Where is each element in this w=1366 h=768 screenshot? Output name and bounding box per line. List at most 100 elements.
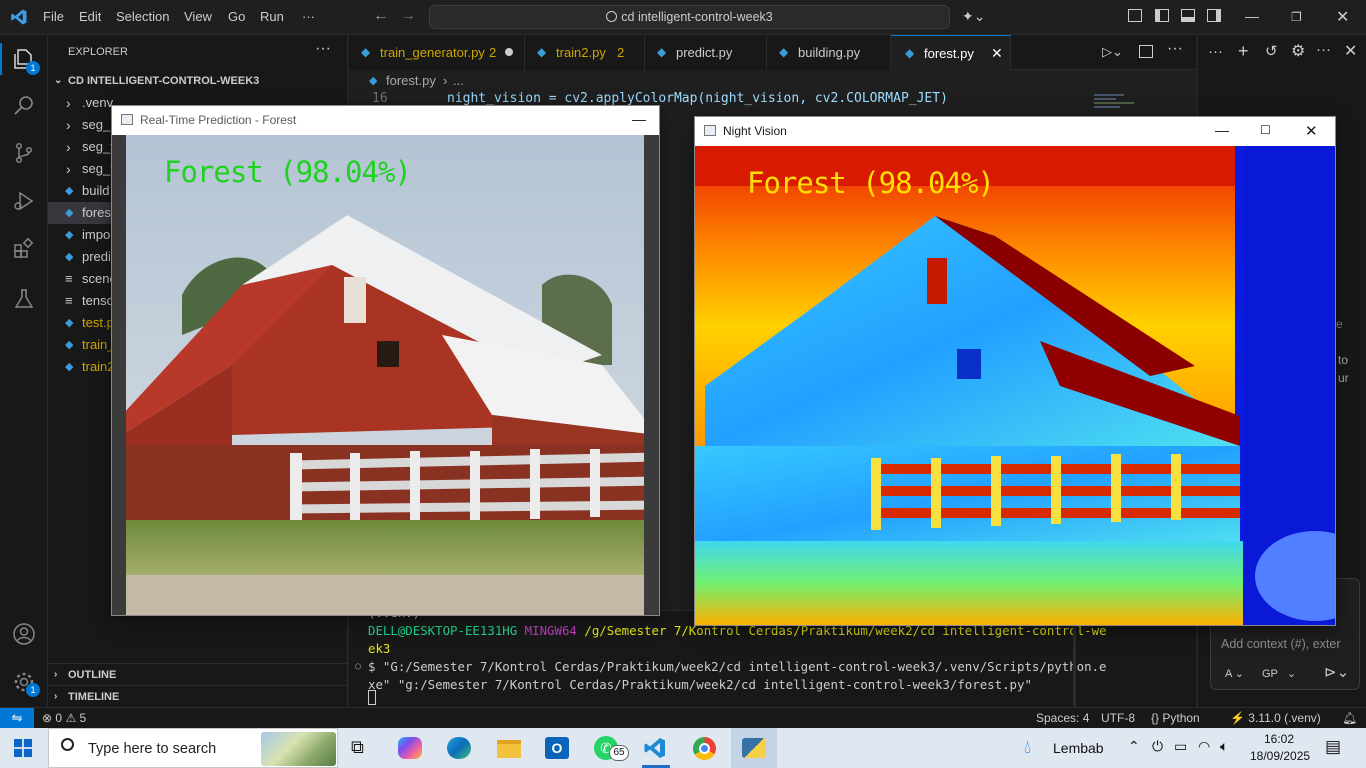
- sidebar-toggle-icon[interactable]: [1155, 9, 1169, 22]
- menu-more[interactable]: ···: [302, 9, 315, 24]
- title-bar: File Edit Selection View Go Run ··· ← → …: [0, 0, 1366, 35]
- taskbar-search-box[interactable]: Type here to search: [48, 728, 338, 768]
- volume-icon[interactable]: 🔈︎: [1220, 738, 1228, 755]
- tab-predict[interactable]: ◆ predict.py: [645, 35, 767, 70]
- problems-indicator[interactable]: ⊗ 0 ⚠ 5: [42, 708, 86, 728]
- prediction-window-titlebar[interactable]: Real-Time Prediction - Forest —: [112, 106, 659, 135]
- menu-view[interactable]: View: [184, 9, 212, 24]
- weather-label[interactable]: Lembab: [1053, 740, 1104, 756]
- chevron-right-icon: ›: [66, 117, 71, 133]
- agent-mode-dropdown[interactable]: A ⌄: [1225, 667, 1244, 680]
- restore-icon[interactable]: ❐: [1291, 10, 1302, 24]
- unsaved-dot-icon[interactable]: [505, 48, 513, 56]
- close-icon[interactable]: ✕: [1336, 7, 1349, 27]
- tab-label: train_generator.py: [380, 45, 485, 60]
- night-vision-camera-frame: Forest (98.04%): [695, 146, 1335, 625]
- menu-selection[interactable]: Selection: [116, 9, 169, 24]
- menu-edit[interactable]: Edit: [79, 9, 101, 24]
- new-chat-icon[interactable]: +: [1238, 41, 1249, 62]
- tray-app-icon[interactable]: ⏻: [1152, 738, 1163, 755]
- prediction-window[interactable]: Real-Time Prediction - Forest — Forest (…: [111, 105, 660, 616]
- tab-label: building.py: [798, 45, 861, 60]
- menu-go[interactable]: Go: [228, 9, 245, 24]
- tab-close-icon[interactable]: ✕: [991, 36, 1003, 71]
- edge-browser-icon[interactable]: [447, 737, 471, 759]
- language-status[interactable]: {} Python: [1151, 708, 1200, 728]
- chat-overflow-icon[interactable]: ···: [1316, 41, 1331, 58]
- clock-time[interactable]: 16:02: [1264, 732, 1294, 746]
- indentation-status[interactable]: Spaces: 4: [1036, 708, 1089, 728]
- maximize-icon[interactable]: ☐: [1260, 123, 1271, 137]
- battery-icon[interactable]: ▭: [1174, 738, 1187, 755]
- layout-toggle-icon[interactable]: [1128, 9, 1142, 22]
- minimize-icon[interactable]: —: [1215, 122, 1229, 138]
- workspace-folder-name: CD INTELLIGENT-CONTROL-WEEK3: [68, 75, 260, 87]
- testing-flask-icon[interactable]: [12, 287, 36, 311]
- notification-center-icon[interactable]: ▤: [1325, 737, 1341, 757]
- minimize-icon[interactable]: —: [1245, 8, 1259, 24]
- command-center[interactable]: cd intelligent-control-week3: [429, 5, 950, 29]
- task-view-icon[interactable]: ⧉: [351, 737, 364, 758]
- chrome-icon[interactable]: [693, 737, 716, 760]
- chat-close-icon[interactable]: ✕: [1344, 41, 1357, 61]
- chevron-down-icon: ⌄: [54, 75, 63, 86]
- tab-forest[interactable]: ◆ forest.py ✕: [891, 35, 1011, 70]
- file-tree-label: seg_t: [82, 139, 114, 154]
- tab-label: forest.py: [924, 46, 974, 61]
- run-file-icon[interactable]: ▷⌄: [1102, 44, 1123, 60]
- tab-building[interactable]: ◆ building.py: [767, 35, 891, 70]
- vscode-taskbar-icon[interactable]: [643, 736, 669, 760]
- close-icon[interactable]: ✕: [1305, 122, 1318, 140]
- file-explorer-icon[interactable]: [497, 740, 521, 758]
- encoding-status[interactable]: UTF-8: [1101, 708, 1135, 728]
- forward-arrow-icon[interactable]: →: [400, 7, 416, 25]
- menu-file[interactable]: File: [43, 9, 64, 24]
- tab-train-generator[interactable]: ◆ train_generator.py 2: [349, 35, 525, 70]
- copilot-icon[interactable]: [398, 737, 422, 759]
- split-editor-icon[interactable]: [1139, 45, 1153, 58]
- show-hidden-icons-chevron[interactable]: ⌃: [1128, 738, 1140, 755]
- explorer-badge: 1: [26, 61, 40, 75]
- outline-section[interactable]: › OUTLINE: [48, 663, 348, 685]
- menu-run[interactable]: Run: [260, 9, 284, 24]
- search-icon[interactable]: [12, 93, 36, 117]
- panel-toggle-icon[interactable]: [1181, 9, 1195, 22]
- interpreter-status[interactable]: ⚡ 3.11.0 (.venv): [1230, 708, 1321, 728]
- source-control-icon[interactable]: [12, 141, 36, 165]
- extensions-icon[interactable]: [12, 237, 36, 261]
- model-label: GP: [1262, 668, 1278, 680]
- windows-taskbar: Type here to search ⧉ O ✆ 65 💧︎ Lembab ⌃…: [0, 728, 1366, 768]
- python-file-icon: ◆: [905, 46, 915, 60]
- chat-more-icon[interactable]: ···: [1208, 43, 1223, 60]
- chat-input-placeholder[interactable]: Add context (#), exter: [1221, 637, 1341, 651]
- window-app-icon: [121, 114, 133, 125]
- minimize-icon[interactable]: —: [632, 111, 646, 127]
- outlook-icon[interactable]: O: [545, 737, 569, 759]
- explorer-more-icon[interactable]: ···: [315, 40, 331, 58]
- file-tree-label: seg_t: [82, 161, 114, 176]
- error-icon: ⊗: [42, 711, 53, 725]
- tab-train2[interactable]: ◆ train2.py 2: [525, 35, 645, 70]
- clock-date[interactable]: 18/09/2025: [1250, 749, 1310, 763]
- history-icon[interactable]: ↺: [1265, 42, 1278, 60]
- secondary-sidebar-toggle-icon[interactable]: [1207, 9, 1221, 22]
- run-debug-icon[interactable]: [12, 189, 36, 213]
- send-icon[interactable]: ⊳⌄: [1324, 663, 1349, 681]
- windows-start-icon[interactable]: [14, 739, 32, 757]
- wifi-icon[interactable]: ◠: [1198, 738, 1210, 755]
- workspace-folder-header[interactable]: ⌄ CD INTELLIGENT-CONTROL-WEEK3: [48, 70, 348, 92]
- python-window-taskbar-item[interactable]: [731, 728, 777, 768]
- notifications-bell-icon[interactable]: 🔔︎: [1342, 708, 1357, 728]
- python-version-icon: ⚡: [1230, 711, 1245, 725]
- remote-icon[interactable]: ⇋: [0, 708, 34, 728]
- timeline-section[interactable]: › TIMELINE: [48, 685, 348, 707]
- night-vision-window[interactable]: Night Vision — ☐ ✕ Forest (98.04%): [694, 116, 1336, 626]
- chat-settings-icon[interactable]: ⚙: [1291, 41, 1305, 61]
- copilot-icon[interactable]: ✦⌄: [962, 8, 985, 25]
- python-file-icon: ◆: [537, 45, 547, 59]
- account-icon[interactable]: [12, 622, 36, 646]
- editor-more-icon[interactable]: ···: [1167, 40, 1183, 58]
- back-arrow-icon[interactable]: ←: [373, 7, 389, 25]
- model-dropdown[interactable]: GP ⌄: [1262, 667, 1296, 680]
- night-vision-window-titlebar[interactable]: Night Vision — ☐ ✕: [695, 117, 1335, 146]
